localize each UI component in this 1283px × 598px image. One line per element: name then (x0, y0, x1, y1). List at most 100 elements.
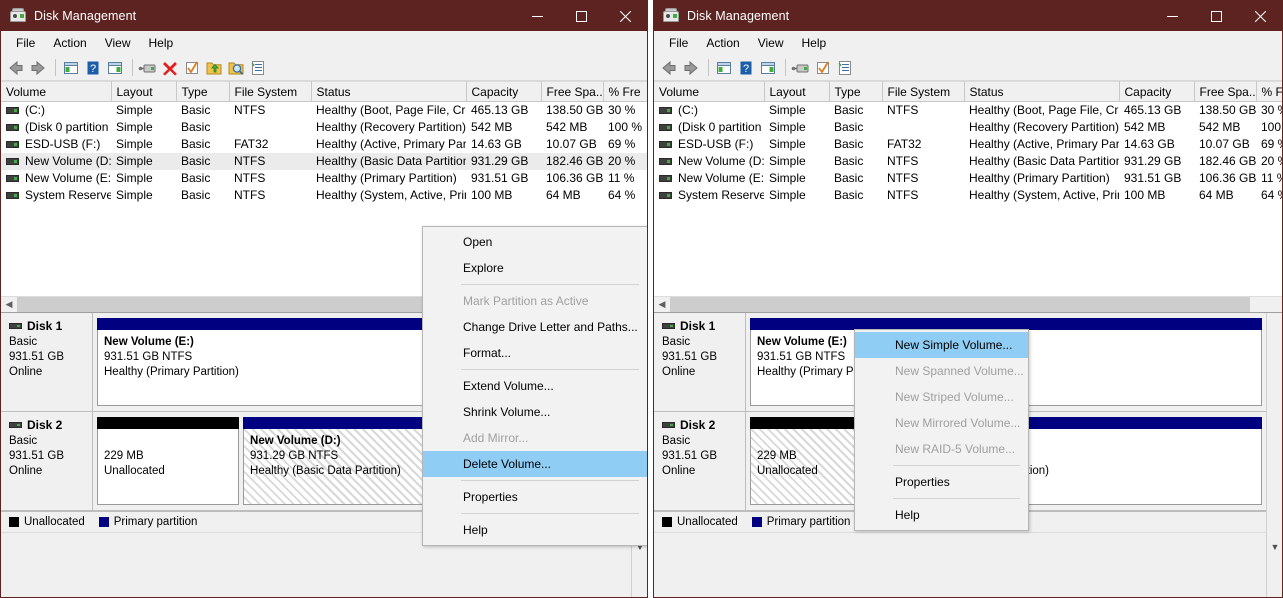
ctx-new-simple-volume[interactable]: New Simple Volume... (855, 332, 1028, 358)
search-folder-icon[interactable] (226, 58, 246, 78)
properties-list-icon[interactable] (835, 58, 855, 78)
window-disk-management-left[interactable]: Disk Management File Action View Help ? … (0, 0, 648, 598)
table-row[interactable]: New Volume (E:) Simple Basic NTFS Health… (654, 170, 1282, 187)
volume-context-menu[interactable]: Open Explore Mark Partition as Active Ch… (422, 226, 647, 546)
ctx-change-drive-letter[interactable]: Change Drive Letter and Paths... (423, 314, 647, 340)
volume-table[interactable]: Volume Layout Type File System Status Ca… (654, 81, 1282, 204)
scrollbar-thumb[interactable] (670, 296, 1250, 313)
back-icon[interactable] (6, 58, 26, 78)
column-header-status[interactable]: Status (311, 81, 467, 102)
disk-info-panel[interactable]: Disk 2 Basic 931.51 GB Online (654, 412, 746, 510)
column-header-volume[interactable]: Volume (654, 81, 765, 102)
menubar-right[interactable]: File Action View Help (654, 31, 1282, 55)
column-header-filesystem[interactable]: File System (229, 81, 312, 102)
unallocated-context-menu[interactable]: New Simple Volume... New Spanned Volume.… (854, 329, 1029, 531)
forward-icon[interactable] (681, 58, 701, 78)
column-header-capacity[interactable]: Capacity (1119, 81, 1195, 102)
scrollbar-track[interactable] (670, 296, 1282, 313)
table-row[interactable]: (C:) Simple Basic NTFS Healthy (Boot, Pa… (1, 102, 647, 119)
delete-icon[interactable] (160, 58, 180, 78)
ctx-extend-volume[interactable]: Extend Volume... (423, 373, 647, 399)
column-header-type[interactable]: Type (829, 81, 883, 102)
column-header-freespace[interactable]: Free Spa... (1194, 81, 1257, 102)
back-icon[interactable] (659, 58, 679, 78)
show-hide-action-pane-icon[interactable] (758, 58, 778, 78)
show-hide-tree-icon[interactable] (714, 58, 734, 78)
scroll-down-arrow-icon[interactable]: ▼ (1267, 539, 1282, 555)
partition-block-unallocated[interactable]: 229 MB Unallocated (97, 417, 240, 505)
help-icon[interactable]: ? (83, 58, 103, 78)
column-header-freespace[interactable]: Free Spa... (541, 81, 604, 102)
folder-up-icon[interactable] (204, 58, 224, 78)
table-row[interactable]: (C:) Simple Basic NTFS Healthy (Boot, Pa… (654, 102, 1282, 119)
column-header-type[interactable]: Type (176, 81, 230, 102)
menu-file[interactable]: File (7, 33, 44, 53)
show-hide-tree-icon[interactable] (61, 58, 81, 78)
table-row[interactable]: (Disk 0 partition 3) Simple Basic Health… (1, 119, 647, 136)
checkmark-icon[interactable] (813, 58, 833, 78)
table-row[interactable]: System Reserved Simple Basic NTFS Health… (654, 187, 1282, 204)
close-button[interactable] (1238, 1, 1282, 31)
menu-help[interactable]: Help (793, 33, 836, 53)
column-header-volume[interactable]: Volume (1, 81, 112, 102)
ctx-shrink-volume[interactable]: Shrink Volume... (423, 399, 647, 425)
rescan-disks-icon[interactable] (138, 58, 158, 78)
maximize-button[interactable] (559, 1, 603, 31)
help-icon[interactable]: ? (736, 58, 756, 78)
scroll-left-arrow-icon[interactable]: ◀ (654, 297, 670, 313)
ctx-help[interactable]: Help (855, 502, 1028, 528)
column-header-status[interactable]: Status (964, 81, 1120, 102)
menu-view[interactable]: View (96, 33, 140, 53)
table-row[interactable]: (Disk 0 partition 3) Simple Basic Health… (654, 119, 1282, 136)
disk-info-panel[interactable]: Disk 1 Basic 931.51 GB Online (1, 313, 93, 411)
volume-list-right[interactable]: Volume Layout Type File System Status Ca… (654, 81, 1282, 296)
horizontal-scrollbar-right[interactable]: ◀ (654, 296, 1282, 313)
ctx-open[interactable]: Open (423, 229, 647, 255)
menu-action[interactable]: Action (44, 33, 95, 53)
ctx-properties[interactable]: Properties (423, 484, 647, 510)
close-button[interactable] (603, 1, 647, 31)
minimize-button[interactable] (1150, 1, 1194, 31)
ctx-help[interactable]: Help (423, 517, 647, 543)
column-header-layout[interactable]: Layout (111, 81, 177, 102)
maximize-button[interactable] (1194, 1, 1238, 31)
ctx-properties[interactable]: Properties (855, 469, 1028, 495)
ctx-delete-volume[interactable]: Delete Volume... (423, 451, 647, 477)
menubar-left[interactable]: File Action View Help (1, 31, 647, 55)
column-header-filesystem[interactable]: File System (882, 81, 965, 102)
ctx-explore[interactable]: Explore (423, 255, 647, 281)
menu-file[interactable]: File (660, 33, 697, 53)
table-row[interactable]: System Reserved Simple Basic NTFS Health… (1, 187, 647, 204)
toolbar-right[interactable]: ? (654, 55, 1282, 81)
show-hide-action-pane-icon[interactable] (105, 58, 125, 78)
checkmark-icon[interactable] (182, 58, 202, 78)
rescan-disks-icon[interactable] (791, 58, 811, 78)
window-disk-management-right[interactable]: Disk Management File Action View Help ? … (653, 0, 1283, 598)
ctx-format[interactable]: Format... (423, 340, 647, 366)
scroll-left-arrow-icon[interactable]: ◀ (1, 297, 17, 313)
table-row[interactable]: New Volume (E:) Simple Basic NTFS Health… (1, 170, 647, 187)
column-header-percentfree[interactable]: % Fre (603, 81, 647, 102)
titlebar-left[interactable]: Disk Management (1, 1, 647, 31)
forward-icon[interactable] (28, 58, 48, 78)
column-header-capacity[interactable]: Capacity (466, 81, 542, 102)
menu-view[interactable]: View (749, 33, 793, 53)
column-header-layout[interactable]: Layout (764, 81, 830, 102)
menu-action[interactable]: Action (697, 33, 748, 53)
menu-help[interactable]: Help (140, 33, 183, 53)
table-row[interactable]: New Volume (D:) Simple Basic NTFS Health… (1, 152, 647, 170)
properties-list-icon[interactable] (248, 58, 268, 78)
cell-capacity: 465.13 GB (471, 103, 529, 118)
table-row[interactable]: ESD-USB (F:) Simple Basic FAT32 Healthy … (654, 136, 1282, 153)
disk-info-panel[interactable]: Disk 1 Basic 931.51 GB Online (654, 313, 746, 411)
scrollbar-thumb[interactable] (17, 296, 435, 313)
table-row[interactable]: ESD-USB (F:) Simple Basic FAT32 Healthy … (1, 136, 647, 153)
table-row[interactable]: New Volume (D:) Simple Basic NTFS Health… (654, 153, 1282, 170)
toolbar-left[interactable]: ? (1, 55, 647, 81)
column-header-percentfree[interactable]: % Fr (1256, 81, 1282, 102)
disk-info-panel[interactable]: Disk 2 Basic 931.51 GB Online (1, 412, 93, 510)
titlebar-right[interactable]: Disk Management (654, 1, 1282, 31)
minimize-button[interactable] (515, 1, 559, 31)
volume-table[interactable]: Volume Layout Type File System Status Ca… (1, 81, 647, 204)
vertical-scrollbar-right[interactable]: ▼ (1266, 313, 1282, 597)
